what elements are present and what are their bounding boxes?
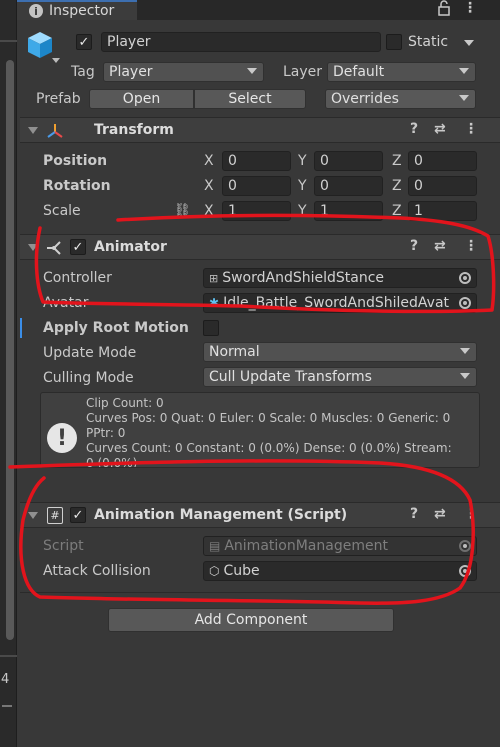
red-annotation-stroke (8, 459, 475, 605)
red-annotation-overlay (8, 213, 496, 605)
red-annotation-stroke (34, 213, 496, 314)
